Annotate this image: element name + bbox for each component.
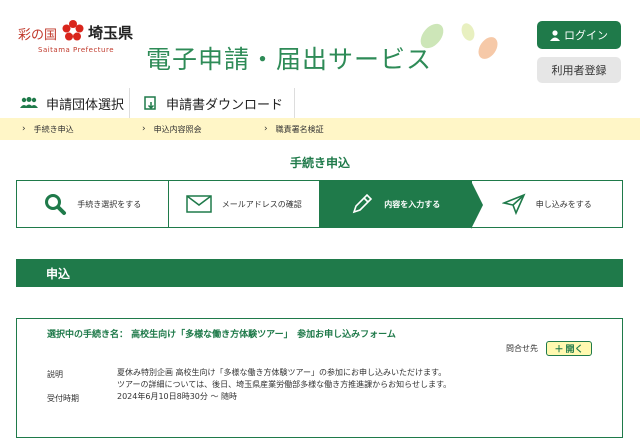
open-contact-button[interactable]: ＋ 開く: [546, 341, 592, 356]
progress-steps: 手続き選択をする メールアドレスの確認 内容を入力する 申し込みをする: [16, 180, 623, 229]
site-header: 彩の国 埼玉県 Saitama Prefecture 電子申請・届出サービス ロ…: [0, 0, 640, 88]
description-line: ツアーの詳細については、後日、埼玉県産業労働部多様な働き方推進課からお知らせしま…: [117, 380, 452, 389]
chevron-right-icon: ›: [22, 124, 26, 134]
nav-item-form-download[interactable]: 申請書ダウンロード: [130, 88, 295, 118]
step-submit: 申し込みをする: [472, 181, 623, 227]
procedure-info-box: 選択中の手続き名： 高校生向け「多様な働き方体験ツアー」 参加お申し込みフォーム…: [16, 318, 623, 438]
page-title: 手続き申込: [289, 156, 350, 170]
main-nav: 申請団体選択 申請書ダウンロード: [0, 88, 640, 118]
mail-icon: [186, 195, 212, 213]
send-icon: [501, 193, 526, 215]
description-line: 夏休み特別企画 高校生向け「多様な働き方体験ツアー」の参加にお申し込みいただけま…: [117, 368, 447, 377]
subnav-label-inquiry: 申込内容照会: [153, 124, 202, 134]
step-label: 内容を入力する: [384, 199, 441, 209]
subnav-item-inquiry[interactable]: › 申込内容照会: [142, 124, 264, 135]
group-icon: [20, 97, 38, 108]
subnav-label-apply: 手続き申込: [33, 124, 74, 134]
step-enter-content: 内容を入力する: [320, 181, 482, 229]
nav-item-group-select[interactable]: 申請団体選択: [0, 88, 130, 118]
leaves-decoration-icon: [420, 23, 498, 59]
plus-icon: ＋: [554, 345, 564, 355]
period-value: 2024年6月10日8時30分 〜 随時: [117, 392, 237, 401]
prefecture-name: 埼玉県: [88, 24, 134, 42]
register-button[interactable]: 利用者登録: [537, 57, 621, 83]
register-label: 利用者登録: [551, 64, 607, 77]
prefecture-subtitle: Saitama Prefecture: [38, 46, 115, 54]
chevron-right-icon: ›: [264, 124, 268, 134]
contact-label: 問合せ先: [506, 344, 538, 353]
subnav-item-apply[interactable]: › 手続き申込: [22, 124, 142, 135]
subnav-item-signature[interactable]: › 職責署名検証: [264, 124, 324, 135]
nav-label-form-download: 申請書ダウンロード: [166, 97, 284, 113]
step-label: 手続き選択をする: [77, 199, 142, 209]
flower-logo-icon: [62, 20, 84, 41]
step-email-confirm: メールアドレスの確認: [169, 181, 320, 227]
open-label: 開く: [565, 345, 584, 355]
subnav-label-signature: 職責署名検証: [275, 124, 324, 134]
prefecture-logo[interactable]: 彩の国 埼玉県 Saitama Prefecture: [18, 20, 138, 60]
step-label: メールアドレスの確認: [221, 199, 302, 209]
nav-label-group-select: 申請団体選択: [46, 97, 125, 113]
pen-icon: [352, 193, 373, 214]
contact-row: 問合せ先 ＋ 開く: [506, 341, 592, 356]
download-doc-icon: [144, 96, 156, 110]
search-icon: [45, 194, 67, 215]
step-select-procedure: 手続き選択をする: [17, 181, 169, 227]
sub-nav: › 手続き申込 › 申込内容照会 › 職責署名検証: [0, 118, 640, 140]
period-label: 受付時期: [47, 394, 79, 403]
procedure-heading: 選択中の手続き名： 高校生向け「多様な働き方体験ツアー」 参加お申し込みフォーム: [47, 330, 396, 340]
login-button[interactable]: ログイン: [537, 21, 621, 49]
login-label: ログイン: [564, 29, 608, 42]
section-header: 申込: [16, 259, 623, 287]
description-value: 夏休み特別企画 高校生向け「多様な働き方体験ツアー」の参加にお申し込みいただけま…: [117, 367, 451, 391]
brand-text: 彩の国: [18, 28, 58, 43]
section-title: 申込: [46, 266, 71, 281]
user-icon: [550, 29, 560, 41]
description-label: 説明: [47, 370, 63, 379]
service-title: 電子申請・届出サービス: [146, 45, 433, 74]
step-label: 申し込みをする: [535, 199, 592, 209]
chevron-right-icon: ›: [142, 124, 146, 134]
